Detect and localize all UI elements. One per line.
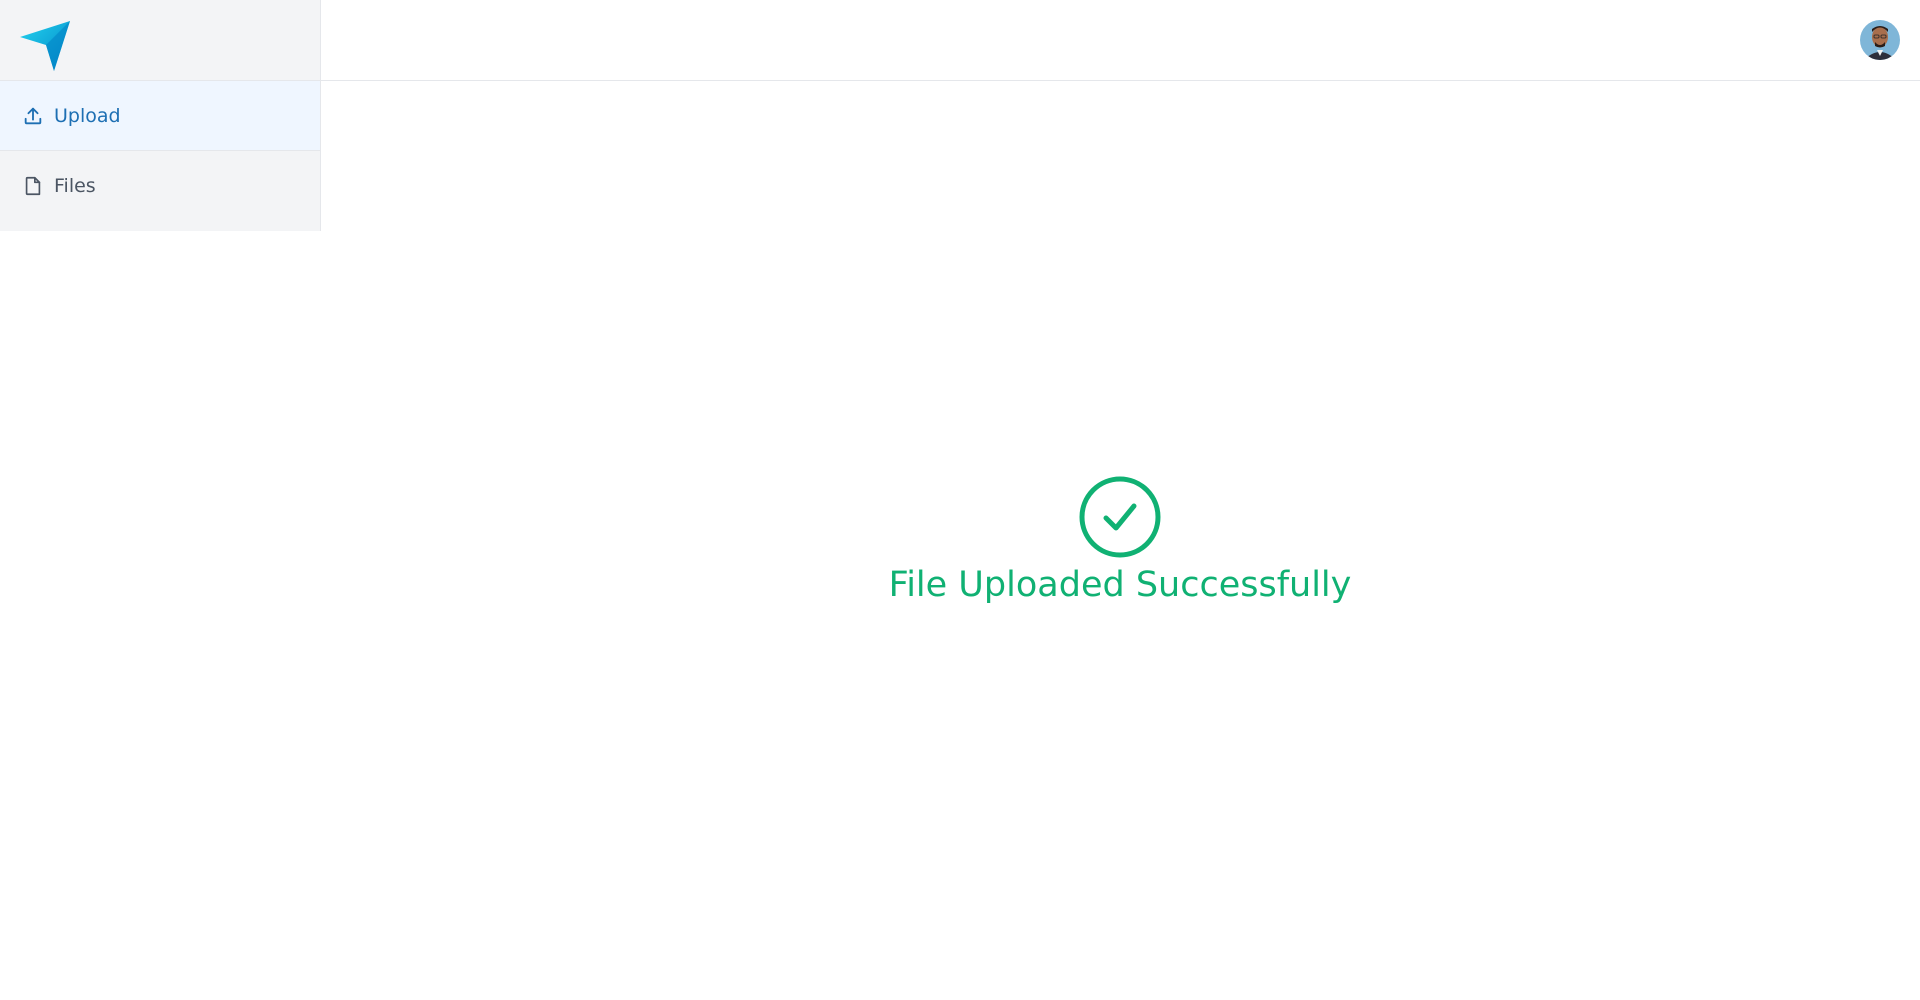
check-circle-icon xyxy=(1079,476,1161,558)
sidebar: Upload Files xyxy=(0,0,321,231)
logo-area xyxy=(0,0,320,81)
avatar-image xyxy=(1860,20,1900,60)
app-root: Upload Files File Uploaded Successfully xyxy=(0,0,1920,1000)
paper-plane-icon[interactable] xyxy=(18,19,72,73)
file-icon xyxy=(25,176,41,196)
upload-icon xyxy=(24,107,42,124)
top-header xyxy=(321,0,1920,81)
sidebar-item-files[interactable]: Files xyxy=(0,151,320,221)
user-avatar[interactable] xyxy=(1860,20,1900,60)
sidebar-item-label: Files xyxy=(54,175,96,197)
upload-success-message: File Uploaded Successfully xyxy=(888,565,1352,605)
upload-success-panel: File Uploaded Successfully xyxy=(880,475,1360,605)
sidebar-item-label: Upload xyxy=(54,104,121,127)
sidebar-item-upload[interactable]: Upload xyxy=(0,81,320,151)
